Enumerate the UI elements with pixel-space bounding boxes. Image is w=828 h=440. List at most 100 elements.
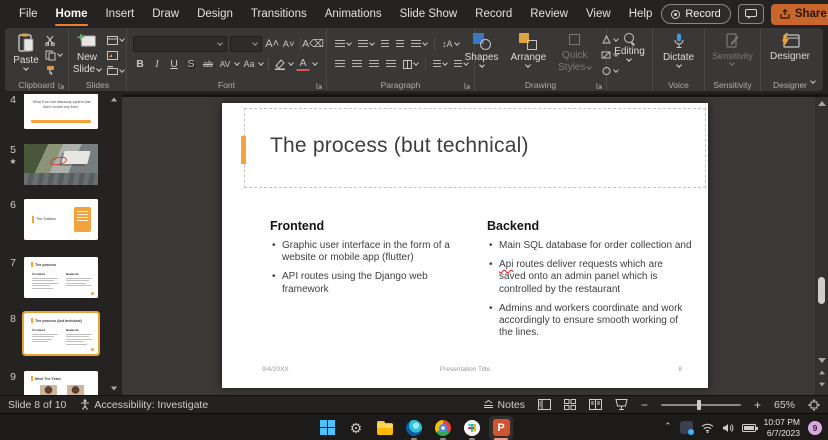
align-left-button[interactable] [333,58,347,71]
section-button[interactable] [105,65,126,77]
menu-tab-review[interactable]: Review [521,0,577,28]
slide-show-button[interactable] [615,399,628,410]
thumbnail-slide-8-selected[interactable]: 8 The process (but technical) Frontend B… [24,313,98,354]
zoom-out-button[interactable]: − [641,398,648,412]
align-center-button[interactable] [350,58,364,71]
paste-button[interactable]: Paste [9,31,43,77]
font-name-combobox[interactable] [133,36,227,52]
wifi-icon[interactable] [701,423,714,433]
fit-to-window-button[interactable] [808,399,820,411]
font-color-button[interactable]: A [296,58,310,71]
powerpoint-app-button[interactable]: P [489,416,513,440]
format-painter-button[interactable] [43,65,64,77]
shrink-font-button[interactable]: A˅ [282,37,295,52]
shapes-button[interactable]: Shapes [461,31,503,77]
copy-button[interactable] [43,49,64,61]
line-spacing-button[interactable] [409,38,429,51]
menu-tab-animations[interactable]: Animations [316,0,391,28]
settings-app-button[interactable]: ⚙ [344,416,368,440]
scrollbar-thumb[interactable] [818,277,825,304]
quick-styles-button[interactable]: Quick Styles [554,31,595,77]
justify-button[interactable] [384,58,398,71]
text-shadow-button[interactable]: S [184,57,198,72]
drawing-dialog-launcher[interactable] [596,82,603,89]
character-spacing-button[interactable]: AV [218,57,232,72]
zoom-in-button[interactable]: + [754,398,761,412]
thumbnail-slide-7[interactable]: 7 The process Frontend Backend [24,257,98,298]
menu-tab-record[interactable]: Record [466,0,521,28]
menu-tab-design[interactable]: Design [188,0,242,28]
menu-tab-insert[interactable]: Insert [96,0,143,28]
notes-button[interactable]: Notes [483,399,525,411]
share-button[interactable]: Share [771,4,828,25]
strikethrough-button[interactable]: ab [201,57,215,72]
menu-tab-transitions[interactable]: Transitions [242,0,316,28]
align-text-button[interactable] [431,58,449,71]
paragraph-dialog-launcher[interactable] [464,82,471,89]
menu-tab-draw[interactable]: Draw [143,0,188,28]
slide-title[interactable]: The process (but technical) [270,134,529,158]
thumbnail-scrollbar[interactable] [108,94,120,395]
scroll-down-icon[interactable] [111,387,117,391]
comments-button[interactable] [738,4,764,24]
hidden-icons-chevron[interactable]: ⌃ [664,421,672,432]
zoom-slider[interactable] [661,404,741,406]
sensitivity-button[interactable]: Sensitivity [708,31,757,77]
clipboard-dialog-launcher[interactable] [58,82,65,89]
zoom-level[interactable]: 65% [774,399,795,411]
bold-button[interactable]: B [133,57,147,72]
chrome-browser-button[interactable] [431,416,455,440]
numbering-button[interactable] [356,38,376,51]
slide-editor[interactable]: The process (but technical) Frontend Gra… [222,103,708,388]
dictate-button[interactable]: Dictate [659,31,698,77]
zoom-slider-thumb[interactable] [697,400,701,410]
taskbar-clock[interactable]: 10:07 PM 6/7/2023 [764,417,800,438]
backend-column[interactable]: Backend Main SQL database for order coll… [487,219,692,346]
reading-view-button[interactable] [589,399,602,410]
record-button[interactable]: Record [661,4,730,24]
menu-tab-view[interactable]: View [577,0,620,28]
slack-app-button[interactable] [460,416,484,440]
menu-tab-home[interactable]: Home [47,0,97,28]
normal-view-button[interactable] [538,399,551,410]
accessibility-status[interactable]: Accessibility: Investigate [80,399,208,411]
align-right-button[interactable] [367,58,381,71]
columns-button[interactable] [401,58,420,71]
file-explorer-button[interactable] [373,416,397,440]
menu-tab-slide-show[interactable]: Slide Show [391,0,467,28]
thumbnail-slide-6[interactable]: 6 The Solution [24,199,98,240]
highlight-color-button[interactable] [274,58,286,70]
grow-font-button[interactable]: A˄ [265,37,279,52]
next-slide-button[interactable] [819,383,825,387]
scroll-up-icon[interactable] [111,98,117,102]
slide-layout-button[interactable] [105,34,126,46]
battery-icon[interactable] [742,424,756,432]
underline-button[interactable]: U [167,57,181,72]
vertical-scrollbar[interactable] [815,97,828,395]
text-direction-button[interactable]: ↕A [440,38,461,51]
decrease-indent-button[interactable] [379,38,391,51]
change-case-button[interactable]: Aa [242,57,256,72]
menu-tab-file[interactable]: File [10,0,47,28]
thumbnail-slide-4[interactable]: 4 "What if we had takeaway system that d… [24,94,98,129]
font-size-combobox[interactable] [230,36,262,52]
editing-button[interactable]: Editing [610,31,649,77]
reset-slide-button[interactable] [105,49,126,61]
slide-sorter-view-button[interactable] [564,399,576,410]
tray-app-icon[interactable] [680,421,693,434]
arrange-button[interactable]: Arrange [507,31,551,77]
previous-slide-button[interactable] [819,371,825,375]
start-button[interactable] [315,416,339,440]
scroll-down-icon[interactable] [818,358,826,363]
frontend-column[interactable]: Frontend Graphic user interface in the f… [270,219,475,303]
thumbnail-slide-9[interactable]: 9 Meet The Team [24,371,98,395]
volume-icon[interactable] [722,423,734,433]
thumbnail-slide-5[interactable]: 5 ★ [24,144,98,185]
menu-tab-help[interactable]: Help [620,0,662,28]
italic-button[interactable]: I [150,57,164,72]
increase-indent-button[interactable] [394,38,406,51]
font-dialog-launcher[interactable] [316,82,323,89]
bullets-button[interactable] [333,38,353,51]
designer-button[interactable]: Designer [766,31,814,77]
clear-formatting-button[interactable]: A⌫ [306,37,320,52]
